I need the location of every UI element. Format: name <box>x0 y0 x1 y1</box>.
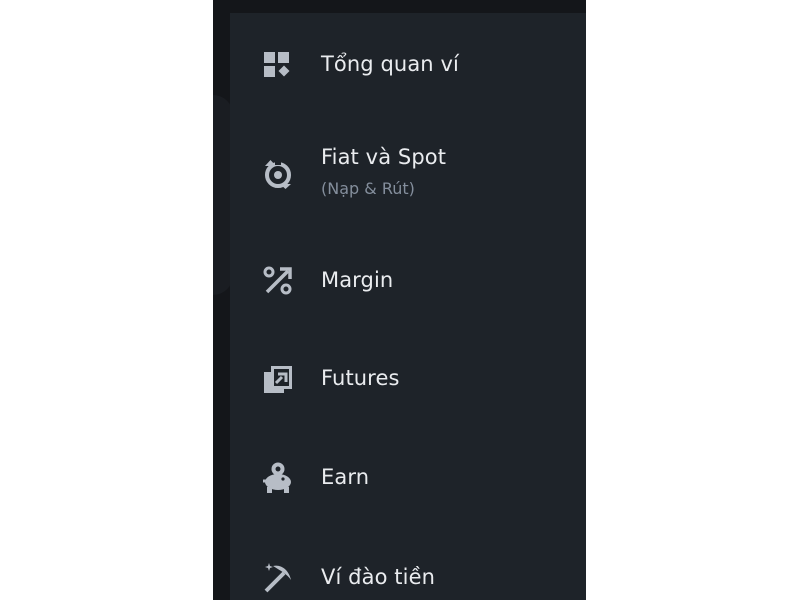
menu-item-margin[interactable]: Margin <box>230 258 586 318</box>
menu-item-wallet-overview[interactable]: Tổng quan ví <box>230 35 586 95</box>
fiat-spot-icon <box>262 158 294 190</box>
menu-item-mining-wallet[interactable]: Ví đào tiền <box>230 554 586 600</box>
screen: Tổng quan ví Fiat và Spot (Nạp & Rút) Ma… <box>0 0 800 600</box>
menu-item-earn[interactable]: Earn <box>230 455 586 515</box>
menu-item-label: Futures <box>321 366 400 390</box>
menu-item-fiat-spot[interactable]: Fiat và Spot (Nạp & Rút) <box>230 139 586 219</box>
wallet-sidebar-menu: Tổng quan ví Fiat và Spot (Nạp & Rút) Ma… <box>230 13 586 600</box>
menu-item-label: Margin <box>321 268 394 292</box>
menu-item-label: Tổng quan ví <box>321 52 459 76</box>
menu-item-futures[interactable]: Futures <box>230 356 586 416</box>
menu-item-label: Ví đào tiền <box>321 565 435 589</box>
menu-item-sublabel: (Nạp & Rút) <box>321 179 415 198</box>
futures-icon <box>262 364 294 396</box>
menu-item-label: Fiat và Spot <box>321 145 447 169</box>
dashboard-icon <box>262 49 294 81</box>
margin-icon <box>262 265 294 297</box>
menu-item-label: Earn <box>321 465 370 489</box>
piggy-bank-icon <box>262 461 294 493</box>
pickaxe-icon <box>262 561 294 593</box>
